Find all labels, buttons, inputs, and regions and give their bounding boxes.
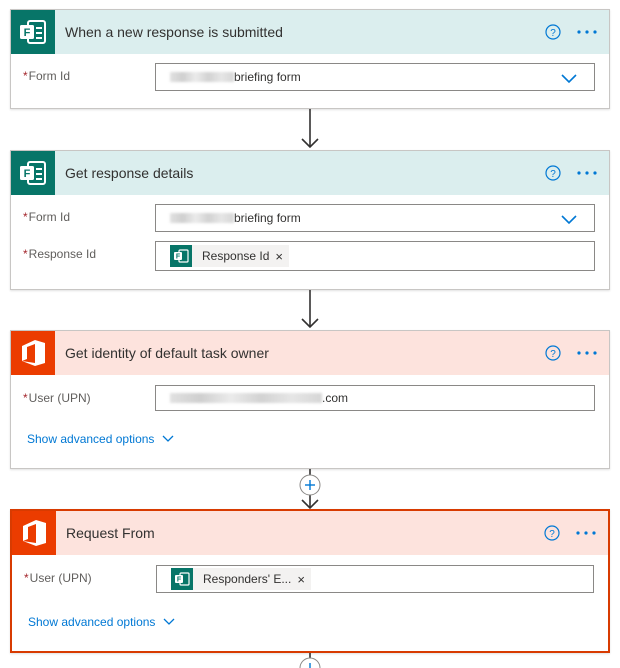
more-options-icon[interactable]	[574, 525, 598, 541]
remove-token-icon[interactable]: ×	[297, 572, 311, 587]
remove-token-icon[interactable]: ×	[275, 249, 289, 264]
form-id-row: *Form Id briefing form	[11, 63, 609, 93]
help-circle-icon[interactable]: ?	[545, 345, 561, 361]
flow-arrow	[301, 290, 319, 329]
form-id-dropdown[interactable]: briefing form	[155, 204, 595, 232]
response-id-label: *Response Id	[23, 247, 97, 261]
microsoft-forms-icon: F	[170, 245, 192, 267]
trigger-card[interactable]: F When a new response is submitted ? *Fo…	[10, 9, 610, 109]
card-title: Request From	[66, 525, 155, 541]
microsoft-forms-icon: F	[11, 10, 55, 54]
redacted-text	[170, 393, 322, 403]
card-title: Get identity of default task owner	[65, 345, 269, 361]
more-options-icon[interactable]	[575, 345, 599, 361]
form-id-label: *Form Id	[23, 69, 71, 83]
get-identity-card[interactable]: Get identity of default task owner ? *Us…	[10, 330, 610, 469]
help-circle-icon[interactable]: ?	[545, 165, 561, 181]
form-id-value: briefing form	[234, 211, 301, 225]
show-advanced-options-link[interactable]: Show advanced options	[28, 615, 175, 629]
card-header[interactable]: F When a new response is submitted ?	[11, 10, 609, 54]
redacted-text	[170, 213, 234, 223]
form-id-value: briefing form	[234, 70, 301, 84]
token-label: Response Id	[202, 249, 270, 263]
form-id-row: *Form Id briefing form	[11, 204, 609, 234]
svg-text:?: ?	[550, 28, 556, 39]
chevron-down-icon	[163, 618, 175, 625]
advanced-options-label: Show advanced options	[27, 432, 155, 446]
flow-arrow	[301, 109, 319, 149]
request-from-card[interactable]: Request From ? *User (UPN) F Responders'…	[10, 509, 610, 653]
more-options-icon[interactable]	[575, 24, 599, 40]
svg-text:?: ?	[550, 169, 556, 180]
office-icon	[12, 511, 56, 555]
card-title: When a new response is submitted	[65, 24, 283, 40]
card-header[interactable]: Get identity of default task owner ?	[11, 331, 609, 375]
dynamic-content-token[interactable]: F Responders' E... ×	[171, 568, 311, 590]
chevron-down-icon[interactable]	[560, 72, 578, 84]
chevron-down-icon[interactable]	[560, 213, 578, 225]
redacted-text	[170, 72, 234, 82]
svg-text:F: F	[176, 254, 181, 261]
microsoft-forms-icon: F	[171, 568, 193, 590]
user-upn-input[interactable]: .com	[155, 385, 595, 411]
office-icon	[11, 331, 55, 375]
user-upn-input[interactable]: F Responders' E... ×	[156, 565, 594, 593]
add-step-icon[interactable]	[299, 657, 321, 668]
svg-text:F: F	[24, 168, 31, 180]
user-upn-label: *User (UPN)	[24, 571, 92, 585]
user-upn-row: *User (UPN) .com	[11, 385, 609, 415]
response-id-row: *Response Id F Response Id ×	[11, 241, 609, 271]
user-upn-value: .com	[322, 391, 349, 405]
card-title: Get response details	[65, 165, 194, 181]
help-circle-icon[interactable]: ?	[545, 24, 561, 40]
user-upn-label: *User (UPN)	[23, 391, 91, 405]
dynamic-content-token[interactable]: F Response Id ×	[170, 245, 289, 267]
svg-text:F: F	[177, 577, 182, 584]
advanced-options-label: Show advanced options	[28, 615, 156, 629]
more-options-icon[interactable]	[575, 165, 599, 181]
token-label: Responders' E...	[203, 572, 292, 586]
response-id-input[interactable]: F Response Id ×	[155, 241, 595, 271]
card-header[interactable]: F Get response details ?	[11, 151, 609, 195]
card-header[interactable]: Request From ?	[12, 511, 608, 555]
chevron-down-icon	[162, 435, 174, 442]
user-upn-row: *User (UPN) F Responders' E... ×	[12, 565, 608, 595]
svg-text:?: ?	[549, 529, 555, 540]
show-advanced-options-link[interactable]: Show advanced options	[27, 432, 174, 446]
form-id-dropdown[interactable]: briefing form	[155, 63, 595, 91]
form-id-label: *Form Id	[23, 210, 71, 224]
add-step-icon[interactable]	[299, 474, 321, 496]
get-response-details-card[interactable]: F Get response details ? *Form Id briefi…	[10, 150, 610, 290]
help-circle-icon[interactable]: ?	[544, 525, 560, 541]
svg-text:F: F	[24, 27, 31, 39]
svg-text:?: ?	[550, 349, 556, 360]
microsoft-forms-icon: F	[11, 151, 55, 195]
